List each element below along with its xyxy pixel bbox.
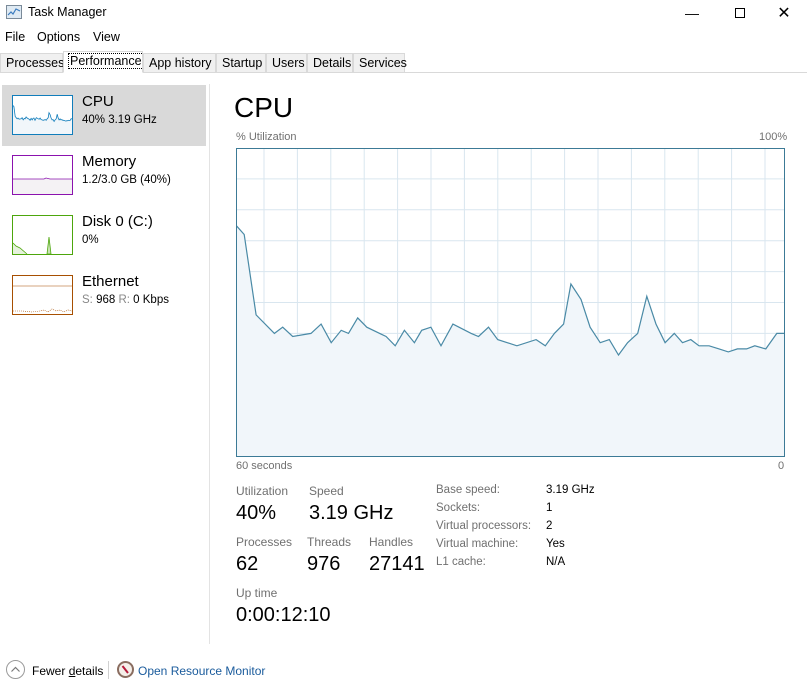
- minimize-icon: —: [685, 5, 699, 21]
- tab-app-history[interactable]: App history: [143, 53, 216, 73]
- disk-thumbnail-graph: [12, 215, 73, 255]
- send-label: S:: [82, 294, 93, 306]
- sockets-value: 1: [546, 502, 553, 514]
- threads-label: Threads: [307, 535, 352, 549]
- sidebar-item-name: Disk 0 (C:): [82, 213, 153, 230]
- sidebar-item-cpu[interactable]: CPU 40% 3.19 GHz: [2, 85, 206, 146]
- virtual-processors-label: Virtual processors:: [436, 520, 532, 532]
- tab-label: Startup: [222, 56, 263, 70]
- x-axis-left-label: 60 seconds: [236, 460, 293, 472]
- resource-sidebar: CPU 40% 3.19 GHz Memory 1.2/3.0 GB (40%)…: [0, 84, 210, 644]
- tab-label: Users: [272, 56, 305, 70]
- sockets-label: Sockets:: [436, 502, 481, 514]
- tab-startup[interactable]: Startup: [216, 53, 266, 73]
- virtual-processors-value: 2: [546, 520, 553, 532]
- y-axis-label: % Utilization: [236, 131, 297, 143]
- tab-performance[interactable]: Performance: [63, 51, 144, 73]
- open-resource-monitor-link[interactable]: Open Resource Monitor: [138, 664, 265, 678]
- y-axis-max-label: 100%: [759, 131, 788, 143]
- processes-value: 62: [236, 553, 259, 575]
- fewer-details-text: Fewer: [32, 664, 69, 678]
- maximize-button[interactable]: [717, 0, 763, 26]
- title-bar: Task Manager — ✕: [0, 0, 807, 26]
- processes-label: Processes: [236, 535, 293, 549]
- tab-label: Processes: [6, 56, 65, 70]
- uptime-value: 0:00:12:10: [236, 604, 331, 626]
- sidebar-item-detail: 1.2/3.0 GB (40%): [82, 174, 171, 186]
- window-title: Task Manager: [28, 5, 107, 19]
- sidebar-item-name: CPU: [82, 93, 114, 110]
- utilization-value: 40%: [236, 502, 277, 524]
- resource-monitor-icon[interactable]: [117, 661, 134, 678]
- footer-bar: Fewer details Open Resource Monitor: [0, 656, 807, 686]
- chevron-up-icon[interactable]: [6, 660, 25, 679]
- tab-label: Details: [313, 56, 352, 70]
- fewer-details-button[interactable]: Fewer details: [32, 664, 103, 678]
- menu-file[interactable]: File: [5, 30, 25, 44]
- tab-processes[interactable]: Processes: [0, 53, 65, 73]
- virtual-machine-value: Yes: [546, 538, 565, 550]
- speed-label: Speed: [309, 484, 344, 498]
- close-button[interactable]: ✕: [761, 0, 807, 26]
- uptime-label: Up time: [236, 586, 278, 600]
- l1-cache-value: N/A: [546, 556, 566, 568]
- base-speed-value: 3.19 GHz: [546, 484, 595, 496]
- sidebar-item-disk[interactable]: Disk 0 (C:) 0%: [2, 205, 206, 266]
- page-title: CPU: [234, 92, 294, 123]
- base-speed-label: Base speed:: [436, 484, 500, 496]
- task-manager-icon: [6, 5, 22, 19]
- ethernet-thumbnail-graph: [12, 275, 73, 315]
- virtual-machine-label: Virtual machine:: [436, 538, 519, 550]
- utilization-label: Utilization: [236, 484, 289, 498]
- cpu-thumbnail-graph: [12, 95, 73, 135]
- tab-services[interactable]: Services: [353, 53, 407, 73]
- tab-users[interactable]: Users: [266, 53, 307, 73]
- footer-divider: [108, 661, 109, 679]
- tab-label: Services: [359, 56, 407, 70]
- memory-thumbnail-graph: [12, 155, 73, 195]
- speed-value: 3.19 GHz: [309, 502, 394, 524]
- threads-value: 976: [307, 553, 341, 575]
- menu-options[interactable]: Options: [37, 30, 80, 44]
- sidebar-item-detail: 0%: [82, 234, 99, 246]
- cpu-utilization-chart: [236, 148, 785, 457]
- tab-bar: Processes Performance App history Startu…: [0, 51, 807, 73]
- sidebar-item-name: Memory: [82, 153, 137, 170]
- fewer-details-text: etails: [75, 664, 104, 678]
- receive-value: 0 Kbps: [133, 294, 169, 306]
- sidebar-item-detail: S: 968 R: 0 Kbps: [82, 294, 169, 306]
- menu-view[interactable]: View: [93, 30, 120, 44]
- sidebar-item-memory[interactable]: Memory 1.2/3.0 GB (40%): [2, 145, 206, 206]
- receive-label: R:: [118, 294, 130, 306]
- maximize-icon: [735, 8, 745, 18]
- menu-bar: File Options View: [0, 28, 807, 48]
- sidebar-item-ethernet[interactable]: Ethernet S: 968 R: 0 Kbps: [2, 265, 206, 326]
- sidebar-item-name: Ethernet: [82, 273, 139, 290]
- handles-label: Handles: [369, 535, 414, 549]
- handles-value: 27141: [369, 553, 425, 575]
- close-icon: ✕: [777, 5, 791, 22]
- x-axis-right-label: 0: [778, 460, 785, 472]
- minimize-button[interactable]: —: [669, 0, 715, 26]
- sidebar-item-detail: 40% 3.19 GHz: [82, 114, 157, 126]
- l1-cache-label: L1 cache:: [436, 556, 486, 568]
- send-value: 968: [96, 294, 116, 306]
- tab-label: Performance: [68, 53, 144, 69]
- tab-label: App history: [149, 56, 212, 70]
- tab-details[interactable]: Details: [307, 53, 353, 73]
